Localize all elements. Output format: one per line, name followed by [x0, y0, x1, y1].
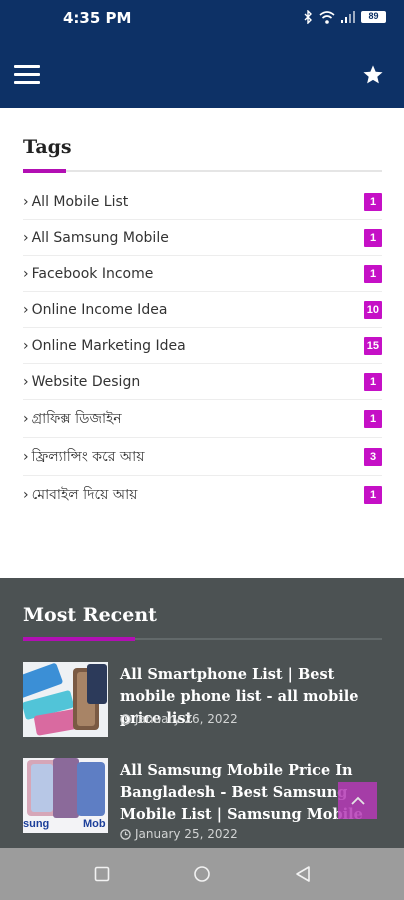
app-bar [0, 38, 404, 108]
system-nav-bar [0, 848, 404, 900]
tags-section: Tags › All Mobile List 1 › All Samsung M… [0, 108, 404, 578]
clock-icon [120, 828, 131, 840]
status-time: 4:35 PM [63, 9, 132, 27]
tag-label: Online Income Idea [31, 301, 168, 318]
tag-count-badge: 1 [364, 486, 382, 504]
thumbnail-text-left: sung [23, 818, 50, 830]
tag-count-badge: 3 [364, 447, 382, 466]
scroll-to-top-button[interactable] [338, 782, 377, 819]
tag-label: মোবাইল দিয়ে আয় [31, 487, 138, 503]
tag-label: All Mobile List [31, 193, 129, 210]
tag-list: › All Mobile List 1 › All Samsung Mobile… [23, 184, 382, 514]
bluetooth-icon [304, 10, 312, 24]
back-icon[interactable] [294, 865, 312, 883]
chevron-up-icon [350, 796, 365, 805]
tag-item[interactable]: › ফ্রিল্যান্সিং করে আয় 3 [23, 438, 382, 476]
battery-level: 89 [368, 11, 379, 21]
tag-count-badge: 1 [364, 228, 382, 247]
battery-icon: 89 [361, 11, 386, 23]
post-thumbnail[interactable]: sung Mob [23, 758, 108, 833]
thumbnail-text-right: Mob [83, 818, 106, 830]
tag-item[interactable]: › Online Income Idea 10 [23, 292, 382, 328]
tag-item[interactable]: › গ্রাফিক্স ডিজাইন 1 [23, 400, 382, 438]
chevron-right-icon: › [23, 301, 29, 318]
post-thumbnail[interactable] [23, 662, 108, 737]
chevron-right-icon: › [23, 448, 29, 465]
tag-label: Online Marketing Idea [31, 337, 186, 354]
tag-count-badge: 10 [363, 300, 382, 319]
chevron-right-icon: › [23, 373, 29, 390]
status-bar: 4:35 PM 89 [0, 0, 404, 38]
tag-count-badge: 1 [364, 409, 382, 428]
tags-divider [23, 170, 382, 172]
post-date: January 26, 2022 [120, 712, 238, 726]
star-icon[interactable] [362, 64, 384, 86]
post-date: January 25, 2022 [120, 827, 238, 841]
chevron-right-icon: › [23, 193, 29, 210]
tags-title-accent [23, 169, 66, 173]
home-icon[interactable] [193, 865, 211, 883]
tag-item[interactable]: › মোবাইল দিয়ে আয় 1 [23, 476, 382, 514]
tag-item[interactable]: › All Samsung Mobile 1 [23, 220, 382, 256]
most-recent-title: Most Recent [23, 604, 157, 626]
chevron-right-icon: › [23, 337, 29, 354]
tag-label: All Samsung Mobile [31, 229, 169, 246]
signal-icon [341, 11, 355, 23]
tags-title: Tags [23, 136, 72, 158]
tag-count-badge: 1 [364, 264, 382, 283]
clock-icon [120, 713, 131, 725]
hamburger-menu-icon[interactable] [14, 65, 40, 85]
chevron-right-icon: › [23, 229, 29, 246]
post-date-text: January 25, 2022 [135, 827, 238, 841]
tag-count-badge: 1 [364, 192, 382, 211]
status-icons: 89 [304, 10, 386, 24]
tag-item[interactable]: › Facebook Income 1 [23, 256, 382, 292]
recent-title-accent [23, 637, 135, 641]
tag-label: গ্রাফিক্স ডিজাইন [31, 410, 122, 427]
tag-label: ফ্রিল্যান্সিং করে আয় [31, 448, 145, 465]
chevron-right-icon: › [23, 265, 29, 282]
tag-label: Facebook Income [31, 265, 154, 282]
wifi-icon [319, 10, 335, 24]
post-date-text: January 26, 2022 [135, 712, 238, 726]
tag-item[interactable]: › All Mobile List 1 [23, 184, 382, 220]
tag-item[interactable]: › Website Design 1 [23, 364, 382, 400]
chevron-right-icon: › [23, 487, 29, 503]
tag-count-badge: 1 [364, 372, 382, 391]
chevron-right-icon: › [23, 410, 29, 427]
tag-count-badge: 15 [363, 336, 382, 355]
tag-label: Website Design [31, 373, 141, 390]
recent-apps-icon[interactable] [93, 865, 111, 883]
tag-item[interactable]: › Online Marketing Idea 15 [23, 328, 382, 364]
